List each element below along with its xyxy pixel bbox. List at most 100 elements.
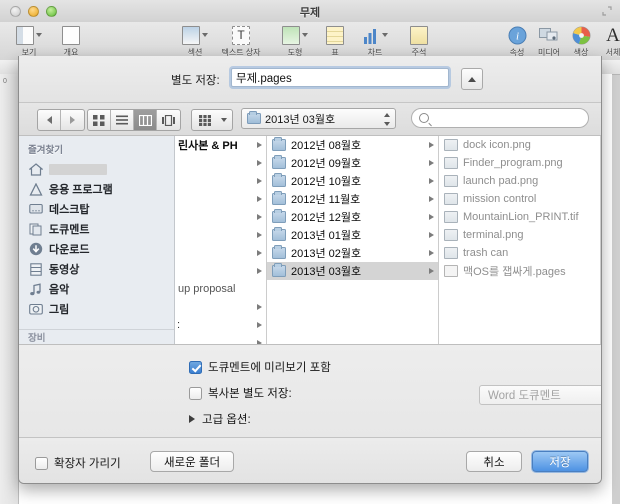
toolbar-button-outline[interactable]: 개요 <box>48 24 94 58</box>
column-item[interactable] <box>175 298 266 316</box>
icon-view-button[interactable] <box>88 110 111 130</box>
new-folder-button[interactable]: 새로운 폴더 <box>150 451 234 472</box>
column-item[interactable]: launch pad.png <box>439 172 600 190</box>
browser-column-2[interactable]: 2012년 08월호 2012년 09월호 2012년 10월호 2012년 1… <box>267 136 439 344</box>
sidebar-item-movies[interactable]: 동영상 <box>19 259 174 279</box>
toolbar-button-chart[interactable]: 차트 <box>352 24 398 58</box>
icon-view-icon <box>93 114 105 126</box>
column-item[interactable]: 2013년 02월호 <box>267 244 438 262</box>
disclosure-icon <box>257 142 262 148</box>
column-item[interactable]: 2012년 10월호 <box>267 172 438 190</box>
folder-icon <box>272 137 286 151</box>
dialog-footer: 확장자 가리기 새로운 폴더 취소 저장 <box>19 438 601 483</box>
arrange-menu-arrow[interactable] <box>217 110 231 130</box>
sidebar-item-music[interactable]: 음악 <box>19 279 174 299</box>
column-item[interactable]: : <box>175 316 266 334</box>
search-input[interactable] <box>434 111 578 125</box>
column-item[interactable] <box>175 190 266 208</box>
hide-extension-checkbox[interactable] <box>35 456 48 470</box>
hide-extension-row[interactable]: 확장자 가리기 <box>35 455 121 471</box>
column-item[interactable]: 맥OS를 잽싸게.pages <box>439 262 600 280</box>
image-file-icon <box>444 229 458 241</box>
column-item-selected[interactable]: 2013년 03월호 <box>267 262 438 280</box>
expand-collapse-button[interactable] <box>461 68 483 90</box>
column-item[interactable] <box>175 262 266 280</box>
column-item[interactable]: 2012년 12월호 <box>267 208 438 226</box>
column-item[interactable]: MountainLion_PRINT.tif <box>439 208 600 226</box>
chart-icon <box>352 24 398 46</box>
column-item[interactable]: terminal.png <box>439 226 600 244</box>
list-view-button[interactable] <box>111 110 134 130</box>
column-item[interactable]: 2012년 08월호 <box>267 136 438 154</box>
sidebar-item-home-label <box>49 163 107 175</box>
sidebar-item-downloads[interactable]: 다운로드 <box>19 239 174 259</box>
arrange-control[interactable] <box>191 109 233 131</box>
toolbar-button-view[interactable]: 보기 <box>6 24 52 58</box>
column-item[interactable]: 2012년 09월호 <box>267 154 438 172</box>
column-item[interactable]: dock icon.png <box>439 136 600 154</box>
column-item[interactable] <box>175 226 266 244</box>
search-field[interactable] <box>411 108 589 128</box>
column-item[interactable]: trash can <box>439 244 600 262</box>
disclosure-icon <box>257 250 262 256</box>
sidebar-item-label: 응용 프로그램 <box>49 184 113 196</box>
toolbar-button-textbox[interactable]: T 텍스트 상자 <box>218 24 264 58</box>
back-button[interactable] <box>38 110 61 130</box>
column-item[interactable] <box>175 334 266 344</box>
column-view-button[interactable] <box>134 110 157 130</box>
coverflow-view-button[interactable] <box>157 110 180 130</box>
save-button[interactable]: 저장 <box>532 451 588 472</box>
filename-input[interactable] <box>231 68 449 87</box>
column-item[interactable]: mission control <box>439 190 600 208</box>
forward-button[interactable] <box>61 110 84 130</box>
documents-icon <box>28 222 43 237</box>
sidebar-item-desktop[interactable]: 데스크탑 <box>19 199 174 219</box>
folder-icon <box>272 173 286 187</box>
fullscreen-icon[interactable] <box>602 6 612 16</box>
column-item[interactable]: Finder_program.png <box>439 154 600 172</box>
sidebar-section-devices: 장비 <box>28 333 46 344</box>
disclosure-icon <box>257 232 262 238</box>
sidebar-item-documents[interactable]: 도큐멘트 <box>19 219 174 239</box>
column-item[interactable] <box>175 154 266 172</box>
sidebar-item-pictures[interactable]: 그림 <box>19 299 174 319</box>
path-popup-button[interactable]: 2013년 03월호 <box>241 108 396 129</box>
save-copy-checkbox[interactable] <box>189 386 202 400</box>
column-item-label: dock icon.png <box>463 139 531 151</box>
column-item[interactable]: 린사본 & PH <box>175 136 266 154</box>
column-item-label: 2012년 09월호 <box>291 158 362 170</box>
view-mode-control[interactable] <box>87 109 181 131</box>
disclosure-icon <box>429 178 434 184</box>
column-item[interactable] <box>175 172 266 190</box>
include-preview-checkbox[interactable] <box>189 360 202 374</box>
updown-arrows-icon <box>383 113 390 126</box>
sidebar-item-label: 도큐멘트 <box>49 224 90 236</box>
sidebar-item-home[interactable] <box>19 159 174 179</box>
sidebar-section-favorites: 즐겨찾기 <box>28 145 63 156</box>
arrange-button[interactable] <box>192 110 217 130</box>
column-item-label: 2012년 10월호 <box>291 176 362 188</box>
toolbar-button-sections[interactable]: 섹션 <box>172 24 218 58</box>
column-item[interactable]: 2012년 11월호 <box>267 190 438 208</box>
save-copy-row[interactable]: 복사본 별도 저장: Word 도큐멘트 <box>189 385 601 405</box>
include-preview-row[interactable]: 도큐멘트에 미리보기 포함 <box>189 359 331 375</box>
column-item[interactable]: 2013년 01월호 <box>267 226 438 244</box>
sidebar-item-applications[interactable]: 응용 프로그램 <box>19 179 174 199</box>
column-item[interactable] <box>175 208 266 226</box>
advanced-options-row[interactable]: 고급 옵션: <box>189 411 251 427</box>
cancel-button[interactable]: 취소 <box>466 451 522 472</box>
column-item-label: MountainLion_PRINT.tif <box>463 211 579 223</box>
window-titlebar: 무제 <box>0 0 620 23</box>
column-item[interactable]: up proposal <box>175 280 266 298</box>
toolbar-button-comment[interactable]: 주석 <box>396 24 442 58</box>
browser-column-1[interactable]: 린사본 & PH up proposal : <box>175 136 267 344</box>
column-item-label: 맥OS를 잽싸게.pages <box>463 266 566 278</box>
image-file-icon <box>444 139 458 151</box>
triangle-right-icon[interactable] <box>189 415 195 423</box>
folder-icon <box>272 227 286 241</box>
browser-column-3[interactable]: dock icon.png Finder_program.png launch … <box>439 136 601 344</box>
column-item[interactable] <box>175 244 266 262</box>
toolbar-button-fonts[interactable]: A 서체 <box>590 24 620 58</box>
column-item-label: 2012년 12월호 <box>291 212 362 224</box>
back-forward-control[interactable] <box>37 109 85 131</box>
